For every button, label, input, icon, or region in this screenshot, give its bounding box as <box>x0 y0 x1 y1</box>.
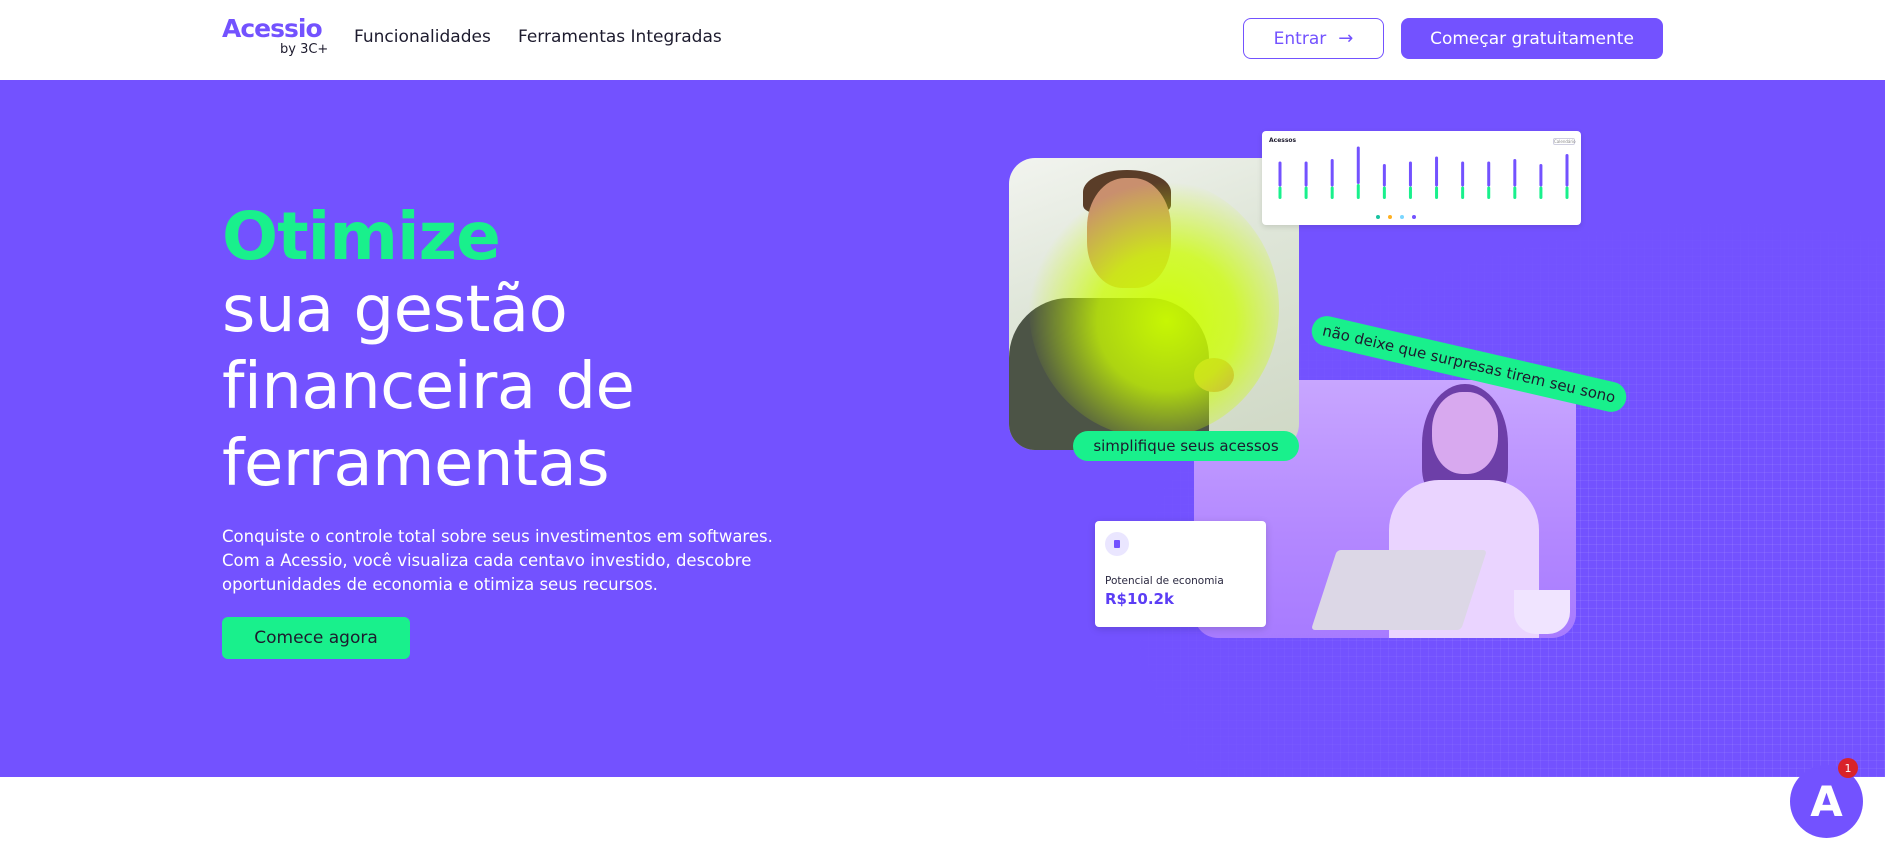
nav-funcionalidades[interactable]: Funcionalidades <box>354 27 491 47</box>
chart-bar <box>1330 159 1334 187</box>
chart-bar <box>1356 146 1360 184</box>
photo-detail <box>1514 590 1570 634</box>
legend-item <box>1400 215 1404 219</box>
chart-bar <box>1278 186 1282 199</box>
hero-headline-line-3: ferramentas <box>222 427 610 501</box>
chart-bar <box>1513 186 1517 199</box>
chart-bar <box>1408 186 1412 199</box>
notification-badge: 1 <box>1838 758 1858 778</box>
hero-description-line: Com a Acessio, você visualiza cada centa… <box>222 551 752 570</box>
acessos-chart-card: Acessos Calendário <box>1262 131 1581 225</box>
economy-label: Potencial de economia <box>1105 575 1224 587</box>
legend-item <box>1412 215 1416 219</box>
chart-bar <box>1304 161 1308 187</box>
chart-bar <box>1304 186 1308 199</box>
chart-bar <box>1565 186 1569 199</box>
widget-logo-icon: A <box>1810 777 1843 826</box>
logo-sub: by 3C+ <box>280 42 329 57</box>
site-header: Acessio by 3C+ Funcionalidades Ferrament… <box>0 0 1885 80</box>
hero-description-line: oportunidades de economia e otimiza seus… <box>222 575 658 594</box>
chart-bar <box>1382 164 1386 187</box>
pill-simplifique: simplifique seus acessos <box>1073 431 1299 461</box>
photo-detail <box>1311 550 1487 630</box>
chart-bar <box>1513 159 1517 187</box>
legend-item <box>1388 215 1392 219</box>
hero-headline-line-2: financeira de <box>222 350 635 424</box>
acessio-logo[interactable]: Acessio by 3C+ <box>222 14 329 60</box>
chart-legend <box>1376 215 1416 219</box>
acessos-bar-chart <box>1278 146 1569 199</box>
nav-ferramentas-integradas[interactable]: Ferramentas Integradas <box>518 27 722 47</box>
chart-bar <box>1435 186 1439 199</box>
man-phone-photo <box>1009 158 1299 450</box>
chart-bar <box>1539 186 1543 199</box>
hero-description-line: Conquiste o controle total sobre seus in… <box>222 527 773 546</box>
chart-bar <box>1435 156 1439 187</box>
photo-detail <box>1432 392 1498 474</box>
cta-button[interactable]: Comece agora <box>222 617 410 659</box>
chart-bar <box>1356 184 1360 199</box>
chart-bar <box>1487 161 1491 187</box>
hero-description: Conquiste o controle total sobre seus in… <box>222 525 782 597</box>
login-button-label: Entrar <box>1273 28 1327 49</box>
chart-bar <box>1539 164 1543 187</box>
chart-bar <box>1565 154 1569 187</box>
hero-headline-line-1: sua gestão <box>222 273 568 347</box>
chart-bar <box>1461 161 1465 187</box>
hero-headline-accent: Otimize <box>222 198 501 275</box>
legend-item <box>1376 215 1380 219</box>
document-icon <box>1105 532 1129 556</box>
login-button[interactable]: Entrar → <box>1243 18 1384 59</box>
chart-bar <box>1278 161 1282 187</box>
economy-card: Potencial de economia R$10.2k <box>1095 521 1266 627</box>
chart-bar <box>1330 186 1334 199</box>
chart-bar <box>1408 161 1412 187</box>
start-free-button[interactable]: Começar gratuitamente <box>1401 18 1663 59</box>
chart-bar <box>1487 186 1491 199</box>
logo-brand: Acessio <box>222 14 323 43</box>
arrow-right-icon: → <box>1338 28 1354 49</box>
chart-bar <box>1382 186 1386 199</box>
hero-section: Otimize sua gestão financeira de ferrame… <box>0 80 1885 777</box>
photo-glow <box>1029 178 1279 438</box>
chart-bar <box>1461 186 1465 199</box>
economy-value: R$10.2k <box>1105 590 1174 608</box>
